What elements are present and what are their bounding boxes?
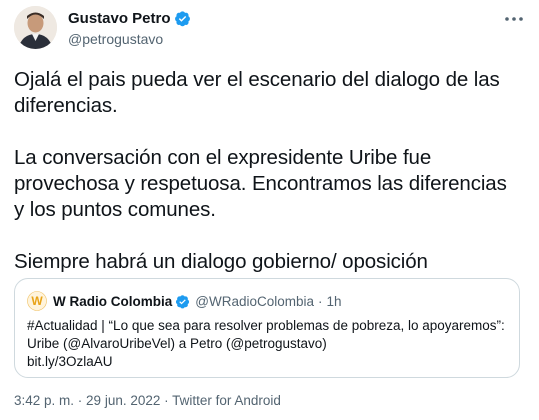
tweet-time[interactable]: 3:42 p. m.: [14, 393, 74, 408]
w-radio-logo-icon: W: [27, 291, 47, 311]
quoted-tweet-text: #Actualidad | “Lo que sea para resolver …: [27, 318, 505, 369]
quoted-timestamp: 1h: [326, 293, 342, 309]
tweet-meta: 3:42 p. m.29 jun. 2022Twitter for Androi…: [14, 393, 281, 408]
quoted-author-handle: @WRadioColombia: [195, 293, 314, 309]
tweet-date[interactable]: 29 jun. 2022: [74, 393, 160, 408]
author-display-name[interactable]: Gustavo Petro: [68, 10, 171, 27]
verified-badge-icon: [176, 294, 190, 308]
avatar[interactable]: [14, 6, 57, 49]
tweet-source[interactable]: Twitter for Android: [160, 393, 281, 408]
w-logo-letter: W: [31, 294, 43, 308]
quoted-author-name: W Radio Colombia: [53, 293, 173, 309]
separator-dot: ·: [318, 293, 323, 309]
tweet-text: Ojalá el pais pueda ver el escenario del…: [14, 68, 507, 273]
author-name-row[interactable]: Gustavo Petro: [68, 10, 191, 27]
avatar-photo: [14, 6, 57, 49]
author-handle[interactable]: @petrogustavo: [68, 31, 163, 47]
verified-badge-icon: [174, 11, 190, 27]
more-horizontal-icon[interactable]: [503, 10, 525, 28]
quoted-tweet[interactable]: W W Radio Colombia @WRadioColombia · 1h …: [14, 278, 520, 378]
quoted-avatar: W: [27, 291, 47, 311]
quoted-tweet-header: W W Radio Colombia @WRadioColombia · 1h: [27, 291, 342, 311]
